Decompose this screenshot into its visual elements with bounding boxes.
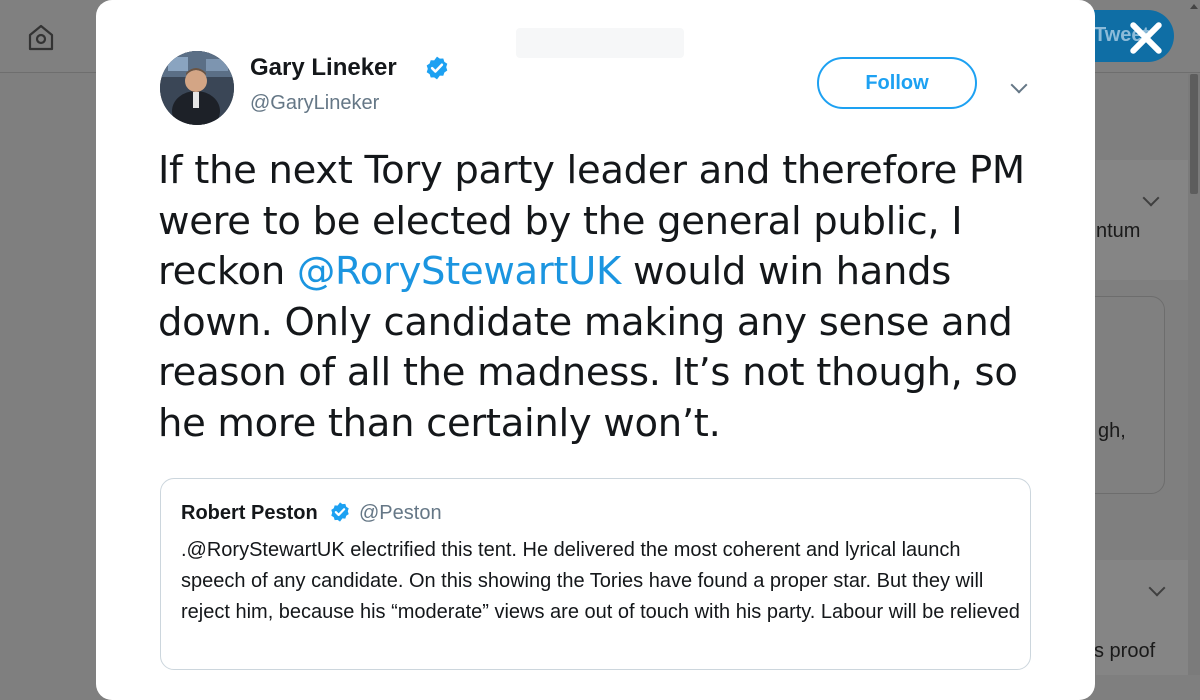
follow-button[interactable]: Follow — [817, 57, 977, 109]
quoted-tweet-text: .@RoryStewartUK electrified this tent. H… — [181, 539, 1020, 623]
quoted-author-name: Robert Peston — [181, 502, 318, 524]
author-name[interactable]: Gary Lineker — [250, 54, 397, 82]
verified-badge-icon — [331, 502, 349, 522]
background-text-fragment: ntum — [1096, 220, 1141, 242]
author-handle[interactable]: @GaryLineker — [250, 92, 379, 115]
modal-top-placeholder — [516, 28, 684, 58]
close-icon[interactable] — [1122, 14, 1170, 62]
chevron-down-icon[interactable] — [1010, 76, 1028, 94]
avatar[interactable] — [160, 51, 234, 125]
verified-badge-icon — [426, 56, 448, 80]
avatar-image — [160, 51, 234, 125]
scrollbar-thumb[interactable] — [1190, 74, 1198, 194]
quoted-tweet[interactable]: Robert Peston @Peston .@RoryStewartUK el… — [160, 478, 1031, 670]
tweet-modal: Gary Lineker @GaryLineker Follow If the … — [96, 0, 1095, 700]
home-icon[interactable] — [26, 22, 56, 52]
scroll-up-arrow-icon[interactable] — [1190, 2, 1198, 10]
background-text-fragment: s proof — [1094, 640, 1156, 662]
quoted-author-handle: @Peston — [359, 502, 442, 524]
tweet-text: If the next Tory party leader and theref… — [158, 146, 1058, 449]
background-text-fragment: gh, — [1098, 420, 1126, 442]
mention-link[interactable]: @RoryStewartUK — [297, 249, 621, 294]
